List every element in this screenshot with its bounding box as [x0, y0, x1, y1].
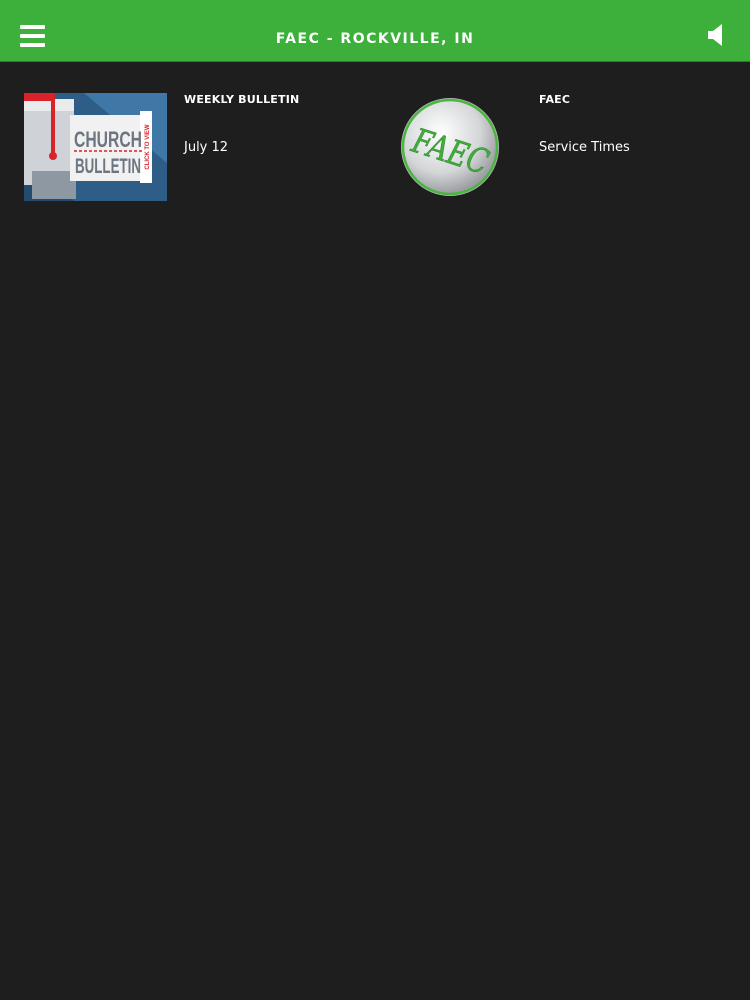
church-bulletin-thumbnail: CHURCH BULLETIN CLICK TO VIEW [24, 93, 167, 201]
card-weekly-bulletin[interactable]: CHURCH BULLETIN CLICK TO VIEW WEEKLY BUL… [24, 93, 374, 203]
faec-logo-thumbnail: FAEC [398, 93, 502, 201]
card-label: WEEKLY BULLETIN [184, 93, 300, 106]
page-title: FAEC - ROCKVILLE, IN [275, 31, 475, 47]
thumb-line1: CHURCH [74, 127, 142, 152]
thumb-line2: BULLETIN [75, 155, 141, 178]
card-label: FAEC [539, 93, 571, 106]
card-faec-service-times[interactable]: FAEC FAEC Service Times [398, 93, 748, 203]
card-subtitle: July 12 [184, 140, 229, 155]
speaker-icon[interactable] [707, 22, 727, 48]
thumb-side-text: CLICK TO VIEW [145, 124, 151, 170]
app-header: FAEC - ROCKVILLE, IN [0, 0, 750, 62]
card-subtitle: Service Times [539, 140, 630, 155]
